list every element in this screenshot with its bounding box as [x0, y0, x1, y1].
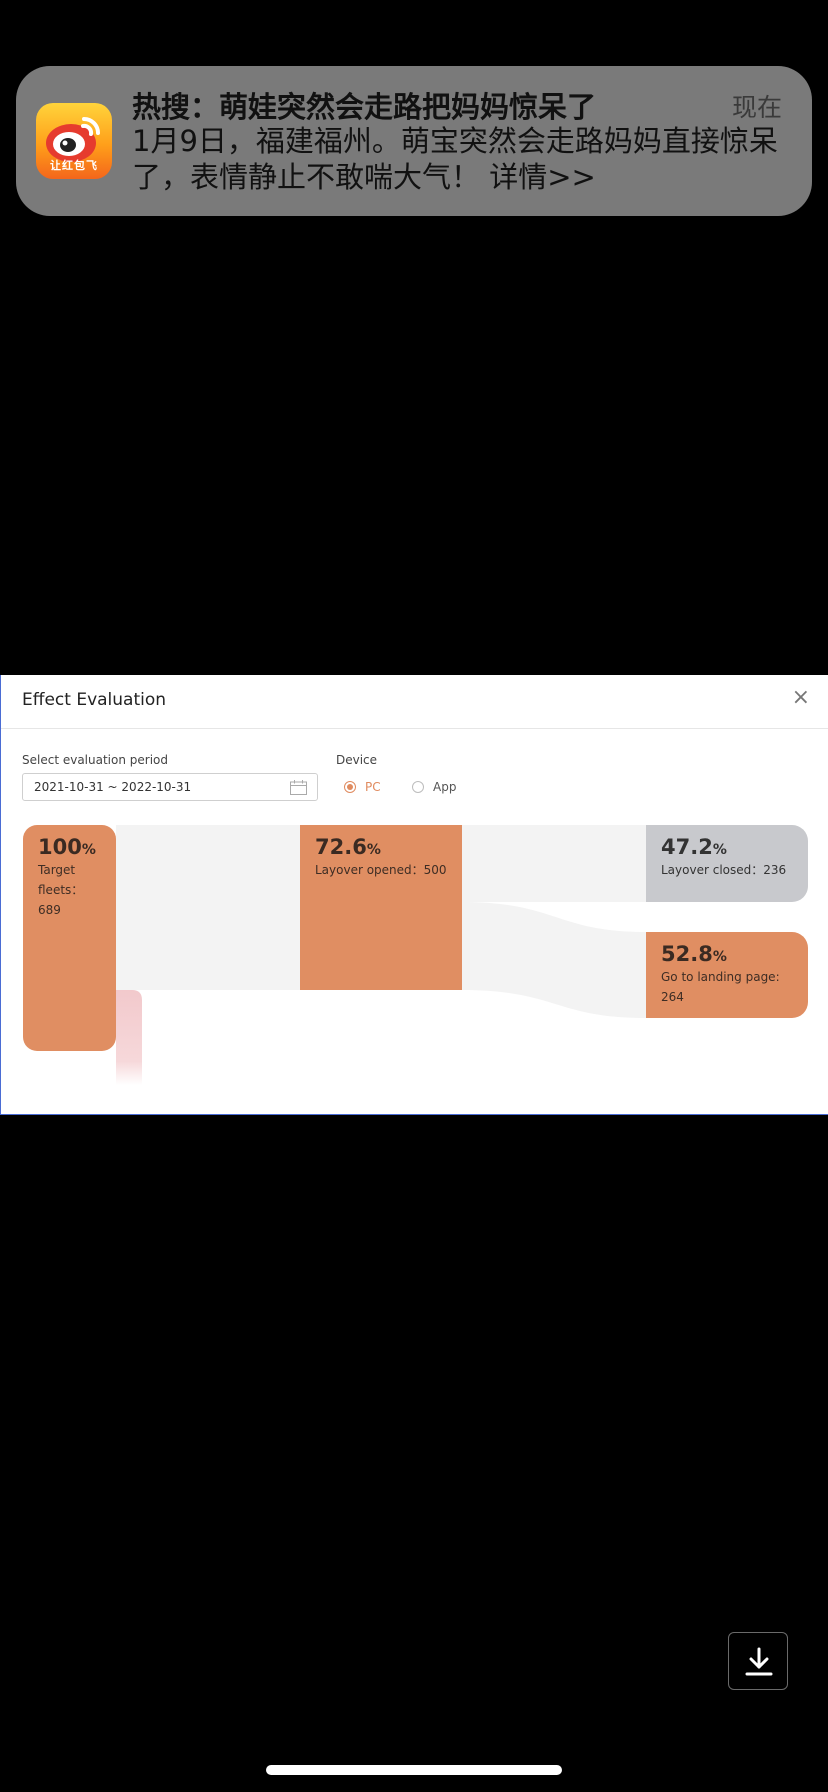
dropoff-flow [116, 990, 142, 1085]
notification-body: 1月9日，福建福州。萌宝突然会走路妈妈直接惊呆了，表情静止不敢喘大气！ 详情>> [132, 124, 778, 194]
funnel-node-target[interactable]: 100% Target fleets： 689 [23, 825, 116, 1051]
notification-title: 热搜：萌娃突然会走路把妈妈惊呆了 [132, 90, 597, 124]
closed-label: Layover closed：236 [661, 863, 787, 877]
flow-target-to-opened [116, 825, 300, 990]
weibo-app-icon: 让红包飞 [36, 103, 112, 179]
notification-time: 现在 [731, 93, 782, 122]
opened-label: Layover opened：500 [315, 863, 447, 877]
target-label-1: Target [38, 863, 76, 877]
home-indicator[interactable] [266, 1765, 562, 1775]
closed-pct: 47.2 [661, 835, 713, 859]
flow-opened-to-closed [462, 825, 646, 902]
app-icon-label: 让红包飞 [50, 159, 98, 172]
opened-unit: % [366, 842, 381, 858]
push-notification[interactable]: 让红包飞 热搜：萌娃突然会走路把妈妈惊呆了 现在 1月9日，福建福州。萌宝突然会… [16, 66, 812, 216]
target-count: 689 [38, 903, 61, 917]
funnel-node-landing[interactable]: 52.8% Go to landing page: 264 [646, 932, 808, 1018]
effect-evaluation-dialog: Effect Evaluation × Select evaluation pe… [0, 675, 828, 1115]
funnel-node-opened[interactable]: 72.6% Layover opened：500 [300, 825, 462, 990]
landing-count: 264 [661, 990, 684, 1004]
flow-opened-to-landing [462, 902, 646, 1018]
target-pct: 100 [38, 835, 82, 859]
funnel-node-closed[interactable]: 47.2% Layover closed：236 [646, 825, 808, 902]
target-unit: % [81, 842, 96, 858]
closed-unit: % [712, 842, 727, 858]
landing-label: Go to landing page: [661, 970, 780, 984]
landing-unit: % [712, 949, 727, 965]
download-button[interactable] [728, 1632, 788, 1690]
download-icon [745, 1647, 773, 1676]
opened-pct: 72.6 [315, 835, 367, 859]
target-label-2: fleets： [38, 883, 84, 897]
landing-pct: 52.8 [661, 942, 713, 966]
